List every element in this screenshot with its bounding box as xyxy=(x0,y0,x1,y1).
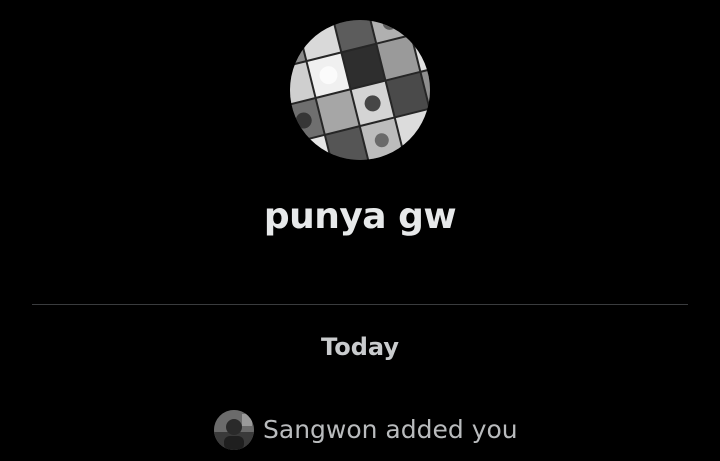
divider xyxy=(32,304,688,305)
group-photo-collage-icon xyxy=(290,20,430,160)
event-user-avatar[interactable] xyxy=(214,410,254,450)
date-separator: Today xyxy=(321,333,399,361)
group-avatar[interactable] xyxy=(290,20,430,160)
user-avatar-photo-icon xyxy=(214,410,254,450)
conversation-title: punya gw xyxy=(263,196,457,237)
system-event-row: Sangwon added you xyxy=(214,409,518,451)
event-text: Sangwon added you xyxy=(263,415,518,444)
